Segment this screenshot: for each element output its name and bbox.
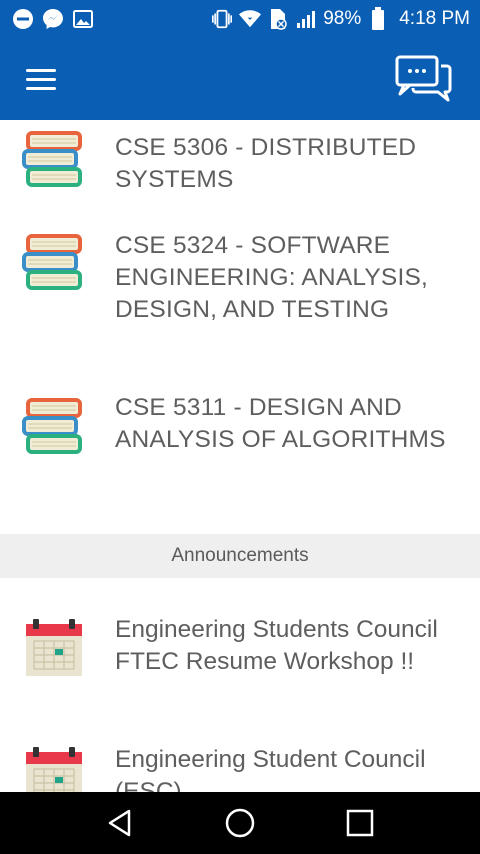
signal-icon	[295, 8, 317, 30]
app-bar	[0, 38, 480, 120]
wifi-icon	[239, 8, 262, 30]
calendar-icon	[25, 746, 83, 792]
main-content: CSE 5306 - DISTRIBUTED SYSTEMS CSE 5324 …	[0, 120, 480, 792]
battery-percentage: 98%	[323, 8, 362, 29]
books-stack-icon	[22, 232, 88, 298]
minus-circle-icon	[12, 8, 34, 30]
hamburger-menu-icon[interactable]	[26, 63, 58, 95]
course-title: CSE 5306 - DISTRIBUTED SYSTEMS	[115, 134, 417, 193]
navigation-bar	[0, 792, 480, 854]
messenger-icon	[42, 8, 64, 30]
clock: 4:18 PM	[399, 8, 470, 29]
announcement-title: Engineering Students Council FTEC Resume…	[115, 616, 438, 675]
books-stack-icon	[22, 396, 88, 462]
status-bar: 98% 4:18 PM	[0, 0, 480, 38]
course-item[interactable]: CSE 5306 - DISTRIBUTED SYSTEMS	[0, 126, 480, 206]
course-title: CSE 5324 - SOFTWARE ENGINEERING: ANALYSI…	[115, 232, 429, 323]
vibrate-icon	[211, 8, 233, 30]
books-stack-icon	[22, 129, 88, 195]
battery-icon	[367, 7, 389, 30]
course-item[interactable]: CSE 5311 - DESIGN AND ANALYSIS OF ALGORI…	[0, 392, 480, 502]
recents-icon[interactable]	[340, 803, 380, 843]
course-title: CSE 5311 - DESIGN AND ANALYSIS OF ALGORI…	[115, 394, 446, 453]
announcement-item[interactable]: Engineering Students Council FTEC Resume…	[0, 610, 480, 720]
chat-bubbles-icon[interactable]	[394, 54, 454, 104]
announcement-item[interactable]: Engineering Student Council (ESC)	[0, 742, 480, 792]
calendar-icon	[25, 618, 83, 678]
announcement-title: Engineering Student Council (ESC)	[115, 746, 426, 792]
no-sim-icon	[267, 8, 289, 30]
home-icon[interactable]	[220, 803, 260, 843]
announcements-header: Announcements	[0, 534, 480, 578]
image-icon	[72, 8, 94, 30]
back-icon[interactable]	[100, 803, 140, 843]
course-item[interactable]: CSE 5324 - SOFTWARE ENGINEERING: ANALYSI…	[0, 228, 480, 358]
